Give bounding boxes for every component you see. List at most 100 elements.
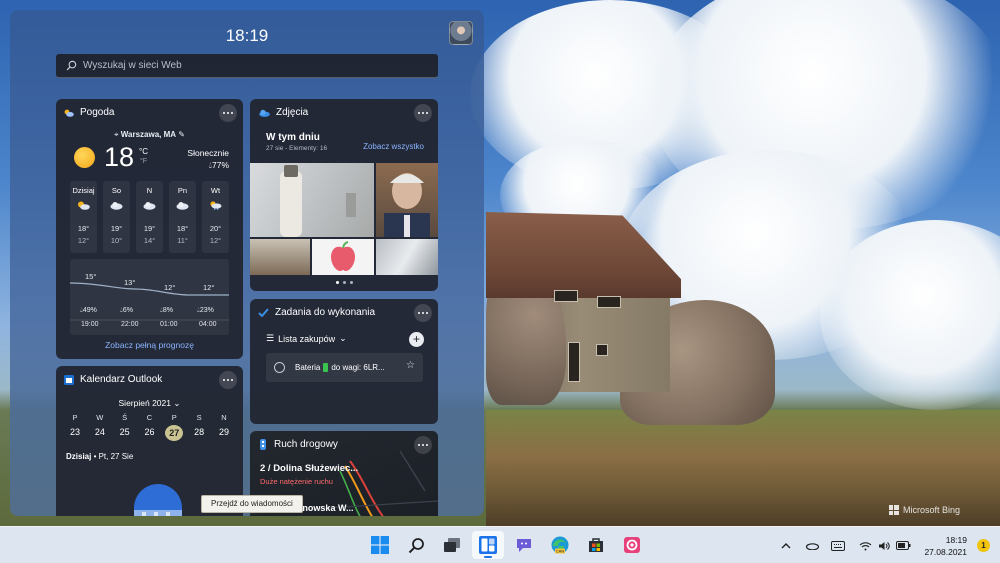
task-view-icon (444, 538, 460, 552)
traffic-route: 2 / Dolina Służewiec... (260, 463, 359, 474)
calendar-day[interactable]: 28 (190, 427, 208, 441)
show-hidden-icons-button[interactable] (778, 538, 794, 554)
calendar-widget[interactable]: Kalendarz Outlook Sierpień 2021 ⌄ PWŚCPS… (56, 366, 243, 516)
hourly-time: 22:00 (121, 321, 139, 328)
bing-watermark: Microsoft Bing (888, 505, 960, 515)
outlook-calendar-icon (64, 374, 74, 385)
edge-canary-button[interactable]: CAN (544, 531, 576, 559)
todo-more-button[interactable] (414, 304, 432, 322)
windows-start-icon (371, 536, 389, 554)
photos-more-button[interactable] (414, 104, 432, 122)
forecast-day[interactable]: So 19° 10° (103, 181, 130, 253)
photos-heading: W tym dniu (266, 132, 320, 143)
list-icon: ☰ (266, 333, 275, 343)
chevron-up-icon (781, 543, 791, 549)
todo-title: Zadania do wykonania (275, 307, 376, 318)
hourly-forecast: 15° 13° 12° 12° 💧︎49% 💧︎6% 💧︎8% 💧︎23% 19… (70, 259, 229, 335)
taskbar-clock[interactable]: 18:19 27.08.2021 (924, 534, 967, 558)
widgets-icon (479, 536, 497, 554)
calendar-day[interactable]: 23 (66, 427, 84, 441)
start-button[interactable] (364, 531, 396, 559)
widgets-button[interactable] (472, 531, 504, 559)
forecast-day[interactable]: Dzisiaj 18° 12° (70, 181, 97, 253)
calendar-day[interactable]: 29 (215, 427, 233, 441)
weather-widget[interactable]: Pogoda ⌖ Warszawa, MA ✎ 18 °C °F Słonecz… (56, 99, 243, 359)
photo-content (384, 173, 430, 237)
hourly-temp: 12° (203, 283, 215, 292)
taskbar-apps: CAN (364, 531, 648, 559)
todo-widget[interactable]: Zadania do wykonania ☰ Lista zakupów ⌄ +… (250, 299, 438, 424)
unit-celsius-toggle[interactable]: °C (139, 147, 148, 156)
see-all-photos-link[interactable]: Zobacz wszystko (363, 142, 424, 151)
teams-chat-icon (517, 539, 531, 552)
quick-settings-button[interactable] (856, 538, 914, 554)
traffic-status: Duże natężenie ruchu (260, 477, 333, 486)
task-list-selector[interactable]: ☰ Lista zakupów ⌄ (266, 333, 347, 344)
weather-humidity: 💧︎77% (208, 160, 229, 170)
current-temperature: 18 (104, 142, 135, 172)
panel-clock: 18:19 (225, 26, 269, 45)
traffic-more-button[interactable] (414, 436, 432, 454)
carousel-dots[interactable] (250, 281, 438, 284)
calendar-day[interactable]: 26 (140, 427, 158, 441)
photo-thumbnail[interactable] (376, 163, 438, 237)
onedrive-tray-button[interactable] (804, 538, 820, 554)
hourly-precip: 💧︎6% (120, 307, 133, 314)
forecast-day[interactable]: Pn 18° 11° (169, 181, 196, 253)
calendar-day[interactable]: 24 (91, 427, 109, 441)
star-icon[interactable]: ☆ (406, 360, 415, 371)
microsoft-logo-icon (888, 505, 899, 515)
chevron-down-icon: ⌄ (173, 398, 181, 408)
forecast-day[interactable]: N 19° 14° (136, 181, 163, 253)
photo-thumbnail[interactable] (250, 163, 374, 237)
hourly-temp: 15° (85, 272, 97, 281)
clock-time: 18:19 (945, 534, 967, 545)
web-search-input[interactable]: Wyszukaj w sieci Web (56, 54, 438, 78)
hourly-time: 19:00 (81, 321, 99, 328)
microsoft-store-button[interactable] (580, 531, 612, 559)
svg-text:CAN: CAN (556, 549, 565, 554)
apple-logo-icon (331, 241, 355, 271)
photo-thumbnail[interactable] (376, 239, 438, 275)
teams-chat-button[interactable] (508, 531, 540, 559)
weekday-header: PWŚCPSN (72, 413, 227, 422)
search-placeholder: Wyszukaj w sieci Web (83, 60, 182, 71)
battery-icon (896, 541, 911, 550)
calendar-header: Kalendarz Outlook (64, 374, 162, 385)
taskbar-search-button[interactable] (400, 531, 432, 559)
touch-keyboard-button[interactable] (830, 538, 846, 554)
weather-more-button[interactable] (219, 104, 237, 122)
weather-location[interactable]: ⌖ Warszawa, MA ✎ (56, 130, 243, 140)
calendar-day[interactable]: 25 (116, 427, 134, 441)
notification-badge[interactable]: 1 (977, 539, 990, 552)
task-item[interactable]: Bateria do wagi: 6LR... ☆ (266, 353, 423, 382)
photos-title: Zdjęcia (276, 107, 309, 118)
today-label: Dzisiaj • Pt, 27 Sie (66, 452, 134, 461)
calendar-day-today[interactable]: 27 (165, 425, 184, 441)
todo-header: Zadania do wykonania (258, 307, 375, 318)
house-window (597, 296, 621, 308)
empty-day-illustration (134, 484, 182, 516)
chevron-down-icon: ⌄ (339, 333, 347, 343)
edge-canary-icon: CAN (551, 536, 569, 554)
task-checkbox[interactable] (274, 362, 285, 373)
cloud-sun-icon (64, 109, 74, 117)
snipping-tool-icon (624, 537, 640, 553)
partly-sunny-icon (78, 201, 90, 210)
full-forecast-link[interactable]: Zobacz pełną prognozę (56, 340, 243, 350)
calendar-month-selector[interactable]: Sierpień 2021 ⌄ (56, 398, 243, 409)
traffic-header: Ruch drogowy (258, 439, 338, 450)
add-task-button[interactable]: + (409, 332, 424, 347)
system-tray: 18:19 27.08.2021 1 (778, 527, 990, 563)
photos-widget[interactable]: Zdjęcia W tym dniu 27 sie - Elementy: 16… (250, 99, 438, 291)
user-avatar[interactable] (449, 21, 473, 45)
calendar-more-button[interactable] (219, 371, 237, 389)
photo-thumbnail[interactable] (312, 239, 374, 275)
task-view-button[interactable] (436, 531, 468, 559)
unit-fahrenheit-toggle[interactable]: °F (140, 158, 147, 165)
photo-thumbnail[interactable] (250, 239, 310, 275)
edit-pencil-icon[interactable]: ✎ (178, 130, 185, 139)
snipping-tool-button[interactable] (616, 531, 648, 559)
forecast-day[interactable]: Wt 20° 12° (202, 181, 229, 253)
house-door (568, 342, 580, 382)
